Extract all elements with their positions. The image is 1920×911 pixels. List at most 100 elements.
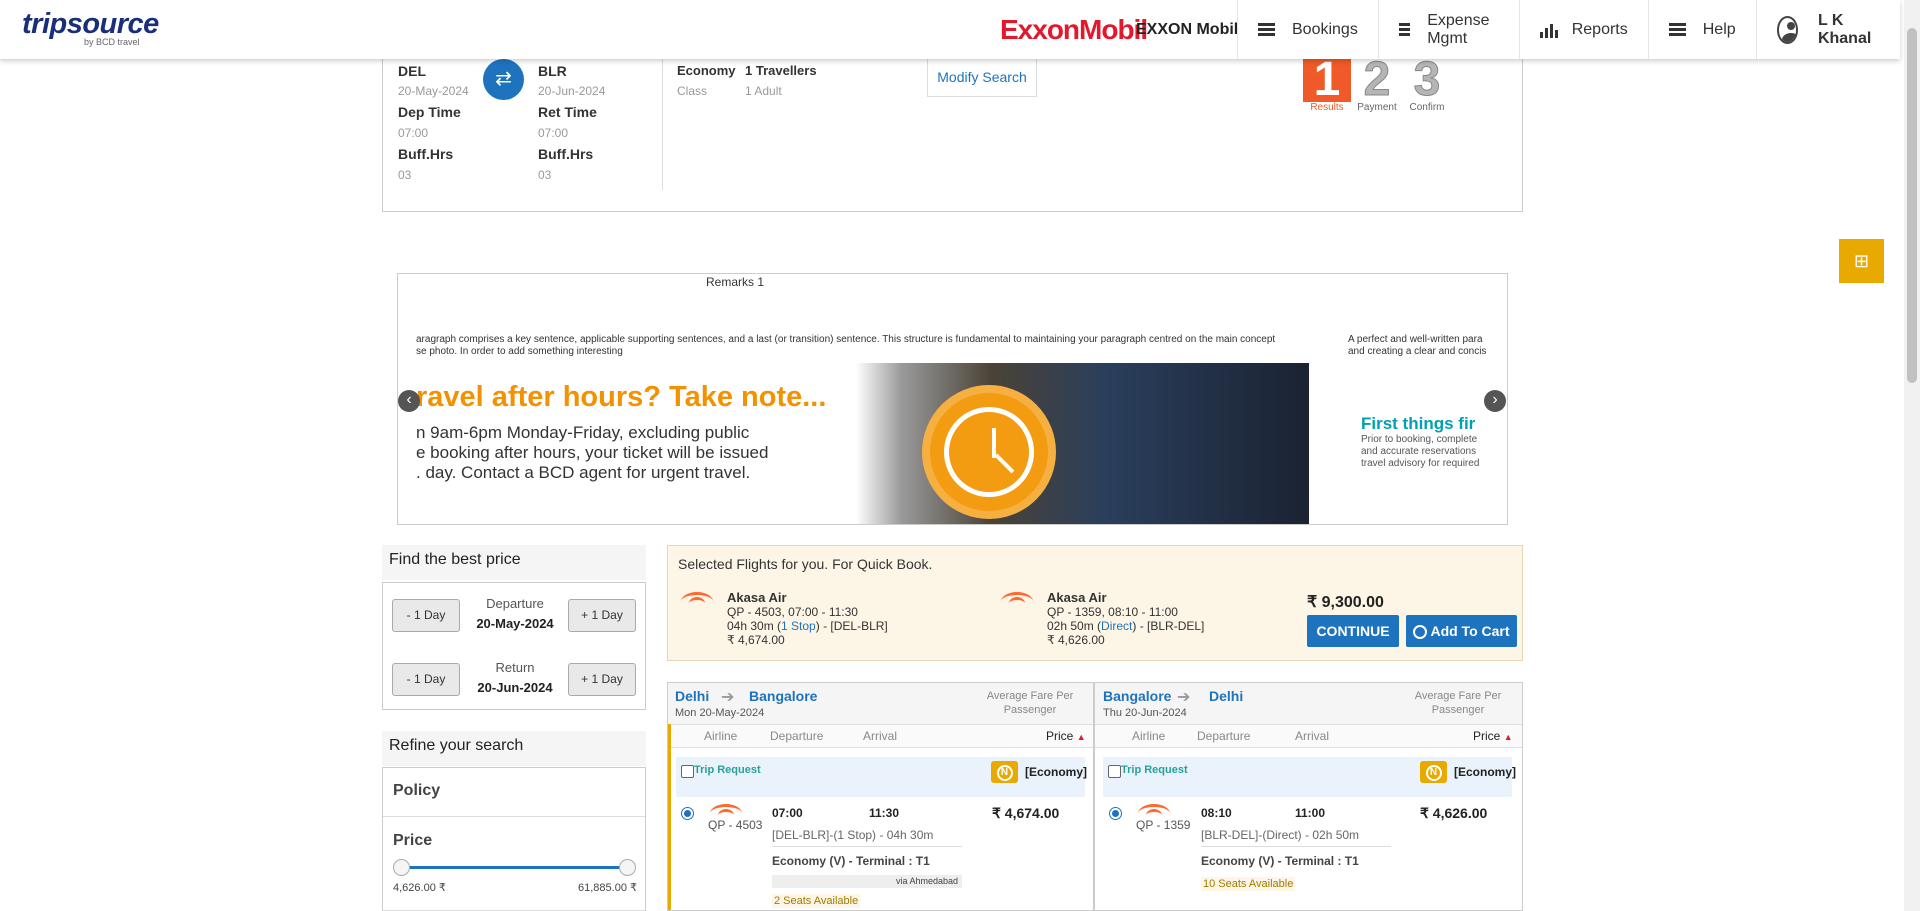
find-best-price-title: Find the best price	[382, 545, 646, 580]
nav-label: Bookings	[1292, 20, 1358, 38]
route: ) - [BLR-DEL]	[1132, 619, 1205, 633]
to-code: BLR	[538, 63, 567, 79]
modify-search-button[interactable]: Modify Search	[927, 59, 1037, 97]
quick-book-panel: Selected Flights for you. For Quick Book…	[667, 545, 1523, 661]
class-tag: [Economy]	[1025, 765, 1088, 779]
travellers-value: 1 Travellers	[745, 63, 817, 78]
flight-price: ₹ 4,674.00	[992, 805, 1060, 821]
expand-icon[interactable]: ⊞	[1839, 239, 1884, 283]
duration: 04h 30m (	[727, 619, 782, 633]
step-label: Confirm	[1409, 102, 1445, 113]
departure-label: Departure	[486, 596, 544, 611]
banner2-line: Prior to booking, complete	[1361, 434, 1478, 445]
sort-arrival[interactable]: Arrival	[1295, 729, 1329, 743]
inbound-summary: Akasa Air QP - 1359, 08:10 - 11:00 02h 5…	[1047, 591, 1205, 648]
menu-icon	[1258, 23, 1275, 36]
price-slider-track[interactable]	[402, 866, 628, 869]
via-stop: via Ahmedabad	[772, 875, 962, 888]
route: ) - [DEL-BLR]	[815, 619, 888, 633]
return-plus-day-button[interactable]: + 1 Day	[568, 663, 636, 696]
arrow-right-icon: ➔	[721, 689, 735, 706]
sort-price[interactable]: Price ▲	[1473, 729, 1513, 743]
remarks-line: A perfect and well-written para	[1348, 334, 1483, 345]
trip-request-checkbox[interactable]	[1108, 765, 1121, 778]
departure-plus-day-button[interactable]: + 1 Day	[568, 599, 636, 632]
departure-time: 08:10	[1201, 806, 1232, 820]
nav-label: Reports	[1571, 20, 1628, 38]
departure-minus-day-button[interactable]: - 1 Day	[392, 599, 460, 632]
banner-heading: ravel after hours? Take note...	[416, 381, 827, 413]
divider	[383, 816, 645, 817]
nav-expense-mgmt[interactable]: Expense Mgmt	[1377, 0, 1519, 59]
clock-icon	[922, 385, 1056, 519]
origin-city: Bangalore	[1103, 688, 1172, 704]
fare: ₹ 4,626.00	[1047, 633, 1105, 647]
sort-departure[interactable]: Departure	[1197, 729, 1250, 743]
price-slider-max-handle[interactable]	[619, 859, 636, 876]
scrollbar-thumb[interactable]	[1907, 28, 1917, 383]
divider	[662, 59, 663, 190]
carousel-prev-icon[interactable]: ‹	[398, 390, 420, 412]
buff-hrs-label: Buff.Hrs	[398, 146, 454, 162]
sort-arrival[interactable]: Arrival	[863, 729, 897, 743]
sort-price[interactable]: Price ▲	[1046, 729, 1086, 743]
carousel-next-icon[interactable]: ›	[1484, 390, 1506, 412]
flight-select-radio[interactable]	[681, 807, 694, 820]
total-price: ₹ 9,300.00	[1307, 594, 1384, 611]
step-number: 1	[1303, 57, 1351, 102]
departure-time: 07:00	[772, 806, 803, 820]
class-label: Class	[677, 84, 708, 98]
bar-chart-icon	[1539, 22, 1558, 38]
flight-select-radio[interactable]	[1109, 807, 1122, 820]
from-code: DEL	[398, 63, 426, 79]
vertical-scrollbar[interactable]	[1904, 0, 1920, 911]
top-navbar: tripsource by BCD travel ExxonMobil EXXO…	[0, 0, 1900, 59]
sort-departure[interactable]: Departure	[770, 729, 823, 743]
step-label: Payment	[1357, 102, 1397, 113]
price-slider-min-handle[interactable]	[393, 859, 410, 876]
step-confirm: 3 Confirm	[1403, 57, 1451, 113]
swap-icon[interactable]: ⇄	[483, 59, 524, 100]
banner2-line: and accurate reservations	[1361, 446, 1477, 457]
step-label: Results	[1310, 102, 1344, 113]
refine-panel: Policy Price 4,626.00 ₹ 61,885.00 ₹	[382, 767, 646, 911]
user-menu[interactable]: L K Khanal	[1755, 0, 1900, 59]
flight-number: QP - 4503	[708, 818, 763, 832]
arrival-time: 11:30	[869, 806, 900, 820]
remarks-title: Remarks 1	[706, 275, 765, 289]
nav-reports[interactable]: Reports	[1518, 0, 1648, 59]
remarks-line: se photo. In order to add something inte…	[416, 346, 623, 357]
user-avatar-icon	[1776, 15, 1798, 44]
list-header: Bangalore ➔ Delhi Thu 20-Jun-2024 Averag…	[1095, 683, 1522, 724]
exxonmobil-logo: ExxonMobil	[1000, 14, 1148, 45]
continue-button[interactable]: CONTINUE	[1307, 615, 1399, 647]
dep-time-label: Dep Time	[398, 104, 461, 120]
refine-search-title: Refine your search	[382, 731, 646, 766]
remarks-text: aragraph comprises a key sentence, appli…	[416, 334, 1316, 358]
date-shift-panel: - 1 Day Departure 20-May-2024 + 1 Day - …	[382, 582, 646, 710]
flight-info: QP - 1359, 08:10 - 11:00	[1047, 605, 1178, 619]
policy-filter[interactable]: Policy	[393, 782, 440, 800]
outbound-summary: Akasa Air QP - 4503, 07:00 - 11:30 04h 3…	[727, 591, 888, 648]
nav-help[interactable]: Help	[1647, 0, 1756, 59]
trip-request-checkbox[interactable]	[681, 765, 694, 778]
travellers-label: 1 Adult	[745, 84, 782, 98]
seats-available: 10 Seats Available	[1201, 877, 1296, 891]
trip-request-row: Trip Request N [Economy]	[1103, 757, 1516, 797]
sort-columns: Airline Departure Arrival Price ▲	[1095, 724, 1522, 748]
nav-bookings[interactable]: Bookings	[1237, 0, 1378, 59]
outbound-flight-list: Delhi ➔ Bangalore Mon 20-May-2024 Averag…	[667, 682, 1094, 911]
add-to-cart-button[interactable]: Add To Cart	[1406, 615, 1517, 647]
avg-fare-label: Average Fare Per Passenger	[1414, 690, 1502, 716]
price-col-label: Price	[1046, 729, 1074, 743]
remarks-line: and creating a clear and concis	[1348, 346, 1487, 357]
banner-line: n 9am-6pm Monday-Friday, excluding publi…	[416, 423, 750, 442]
return-minus-day-button[interactable]: - 1 Day	[392, 663, 460, 696]
route-info: [BLR-DEL]-(Direct) - 02h 50m	[1201, 828, 1360, 842]
travel-date: Mon 20-May-2024	[675, 707, 765, 719]
sort-asc-icon: ▲	[1076, 732, 1086, 742]
sort-airline[interactable]: Airline	[704, 729, 737, 743]
tripsource-logo[interactable]: tripsource by BCD travel	[22, 8, 159, 47]
banner-line: . day. Contact a BCD agent for urgent tr…	[416, 463, 751, 482]
sort-airline[interactable]: Airline	[1132, 729, 1165, 743]
